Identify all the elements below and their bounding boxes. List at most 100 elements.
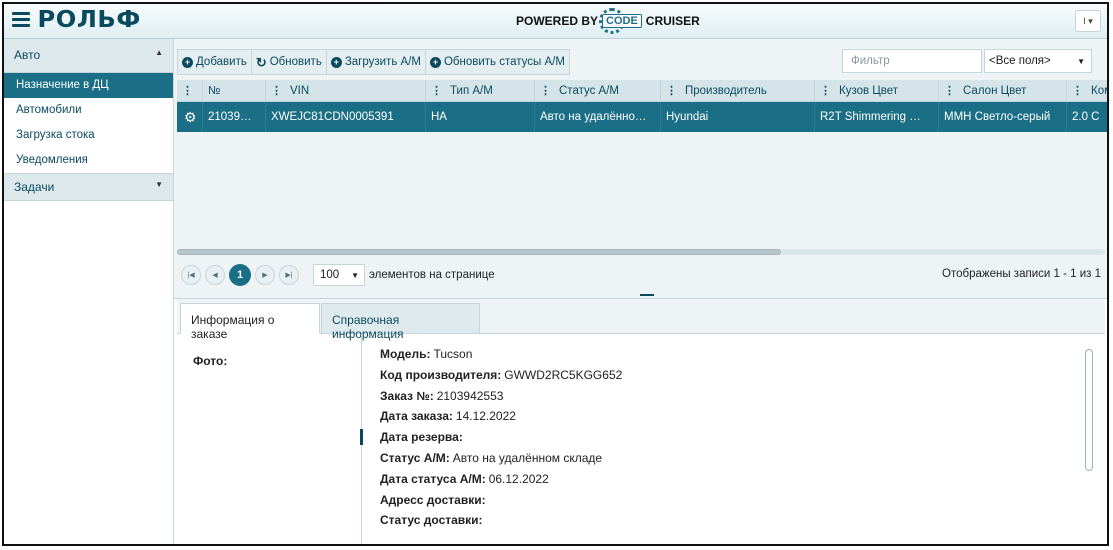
fields-select[interactable]: <Все поля> ▼ bbox=[984, 49, 1092, 73]
sidebar-section-auto[interactable]: Авто ▲ bbox=[4, 39, 173, 73]
table-cell: Авто на удалённо… bbox=[535, 102, 661, 132]
upload-button[interactable]: + Загрузить А/М bbox=[327, 50, 426, 74]
photo-label: Фото: bbox=[193, 354, 228, 368]
sidebar-section-label: Авто bbox=[14, 48, 41, 62]
sidebar-section-label: Задачи bbox=[14, 180, 55, 194]
info-row-car-status: Статус А/М: Авто на удалённом складе bbox=[380, 450, 603, 465]
fields-select-value: <Все поля> bbox=[989, 55, 1051, 67]
table-cell: 21039… bbox=[203, 102, 266, 132]
vertical-scrollbar[interactable] bbox=[1085, 349, 1093, 471]
grid-toolbar: + Добавить ↻ Обновить + Загрузить А/М + … bbox=[177, 49, 570, 75]
order-info-list: Модель: Tucson Код производителя: GWWD2RC5… bbox=[380, 347, 622, 534]
photo-column: Фото: bbox=[177, 334, 362, 544]
code-text: CODE bbox=[602, 14, 642, 28]
sidebar-section-tasks[interactable]: Задачи ▼ bbox=[4, 173, 173, 201]
column-menu-header[interactable]: ⋮ bbox=[177, 80, 203, 101]
detail-tabs: Информация о заказе Справочная информаци… bbox=[177, 299, 1105, 341]
column-menu-icon: ⋮ bbox=[820, 85, 831, 97]
horizontal-scrollbar[interactable] bbox=[177, 249, 1105, 255]
current-page-button[interactable]: 1 bbox=[229, 264, 251, 286]
caret-up-icon: ▲ bbox=[155, 48, 163, 57]
table-row[interactable]: ⚙ 21039… XWEJC81CDN0005391 НА Авто на уд… bbox=[177, 102, 1107, 132]
upload-button-label: Загрузить А/М bbox=[344, 56, 421, 68]
column-header-body-color[interactable]: ⋮ Кузов Цвет bbox=[815, 80, 939, 101]
column-header-type[interactable]: ⋮ Тип А/М bbox=[426, 80, 535, 101]
gear-icon[interactable]: ⚙ bbox=[184, 109, 197, 126]
info-row-order-date: Дата заказа: 14.12.2022 bbox=[380, 409, 516, 424]
top-bar: РОЛЬФ POWERED BY CODE CRUISER I ▾ bbox=[4, 4, 1107, 39]
column-header-status[interactable]: ⋮ Статус А/М bbox=[535, 80, 661, 101]
page-size-value: 100 bbox=[320, 269, 340, 281]
code-cruiser-logo: CODE bbox=[599, 8, 642, 34]
page-size-label: элементов на странице bbox=[369, 269, 495, 281]
table-cell: R2T Shimmering … bbox=[815, 102, 939, 132]
user-menu-dropdown[interactable]: I ▾ bbox=[1075, 10, 1101, 32]
column-menu-icon: ⋮ bbox=[540, 85, 551, 97]
table-cell: XWEJC81CDN0005391 bbox=[266, 102, 426, 132]
sidebar-item-stock-upload[interactable]: Загрузка стока bbox=[4, 123, 173, 148]
update-status-button-label: Обновить статусы А/М bbox=[443, 56, 565, 68]
chevron-down-icon: ▼ bbox=[1077, 57, 1085, 66]
tab-reference-info[interactable]: Справочная информация bbox=[321, 303, 480, 341]
table-cell: НА bbox=[426, 102, 535, 132]
sidebar-item-assignment[interactable]: Назначение в ДЦ bbox=[4, 73, 173, 98]
info-row-status-date: Дата статуса А/М: 06.12.2022 bbox=[380, 471, 549, 486]
add-button-label: Добавить bbox=[196, 56, 247, 68]
sidebar-item-cars[interactable]: Автомобили bbox=[4, 98, 173, 123]
hamburger-menu-icon[interactable] bbox=[12, 12, 30, 28]
column-menu-icon: ⋮ bbox=[431, 85, 442, 97]
table-cell: MMH Светло-серый bbox=[939, 102, 1067, 132]
info-row-reserve-date: Дата резерва: bbox=[380, 430, 463, 445]
info-row-delivery-address: Адресс доставки: bbox=[380, 492, 486, 507]
sidebar: Авто ▲ Назначение в ДЦ Автомобили Загруз… bbox=[4, 39, 174, 544]
app-window: РОЛЬФ POWERED BY CODE CRUISER I ▾ Авто ▲… bbox=[2, 2, 1109, 546]
filter-input[interactable]: Фильтр bbox=[842, 49, 982, 73]
plus-icon: + bbox=[182, 56, 193, 68]
column-menu-icon: ⋮ bbox=[271, 85, 282, 97]
info-row-maker-code: Код производителя: GWWD2RC5KGG652 bbox=[380, 367, 623, 382]
row-settings-cell[interactable]: ⚙ bbox=[177, 102, 203, 132]
collapse-handle[interactable] bbox=[360, 429, 363, 445]
page-size-select[interactable]: 100 ▼ bbox=[313, 264, 365, 286]
column-header-vin[interactable]: ⋮ VIN bbox=[266, 80, 426, 101]
powered-by-text: POWERED BY bbox=[516, 14, 599, 28]
plus-icon: + bbox=[429, 56, 441, 68]
column-header-interior-color[interactable]: ⋮ Салон Цвет bbox=[939, 80, 1067, 101]
plus-icon: + bbox=[330, 56, 342, 68]
splitter-grip-icon[interactable] bbox=[640, 294, 654, 296]
prev-page-icon[interactable]: ◀ bbox=[205, 265, 225, 285]
first-page-icon[interactable]: |◀ bbox=[181, 265, 201, 285]
info-row-order-number: Заказ №: 2103942553 bbox=[380, 388, 504, 403]
scrollbar-thumb[interactable] bbox=[177, 249, 781, 255]
records-info: Отображены записи 1 - 1 из 1 bbox=[942, 268, 1101, 280]
column-header-manufacturer[interactable]: ⋮ Производитель bbox=[661, 80, 815, 101]
detail-panel: Информация о заказе Справочная информаци… bbox=[174, 299, 1107, 544]
pager: |◀ ◀ 1 ▶ ▶| 100 ▼ элементов на странице … bbox=[177, 261, 1105, 289]
table-cell: Hyundai bbox=[661, 102, 815, 132]
rolf-logo: РОЛЬФ bbox=[37, 7, 141, 33]
refresh-button-label: Обновить bbox=[269, 56, 322, 68]
sidebar-item-notifications[interactable]: Уведомления bbox=[4, 148, 173, 173]
column-menu-icon: ⋮ bbox=[1072, 85, 1083, 97]
powered-by-banner: POWERED BY CODE CRUISER bbox=[516, 8, 700, 34]
info-row-model: Модель: Tucson bbox=[380, 347, 473, 361]
info-row-delivery-status: Статус доставки: bbox=[380, 513, 483, 528]
update-status-button[interactable]: + Обновить статусы А/М bbox=[426, 50, 569, 74]
grid-header: ⋮ № ⋮ VIN ⋮ Тип А/М ⋮ Статус А/М ⋮ Производи… bbox=[177, 80, 1107, 102]
caret-down-icon: ▼ bbox=[155, 180, 163, 189]
next-page-icon[interactable]: ▶ bbox=[255, 265, 275, 285]
chevron-down-icon: ▼ bbox=[351, 271, 359, 280]
column-header-config[interactable]: ⋮Ком bbox=[1067, 80, 1107, 101]
refresh-icon: ↻ bbox=[255, 54, 267, 70]
refresh-button[interactable]: ↻ Обновить bbox=[252, 50, 327, 74]
table-cell: 2.0 C bbox=[1072, 111, 1100, 123]
column-header-number[interactable]: № bbox=[203, 80, 266, 101]
column-menu-icon: ⋮ bbox=[666, 85, 677, 97]
last-page-icon[interactable]: ▶| bbox=[279, 265, 299, 285]
column-menu-icon: ⋮ bbox=[944, 85, 955, 97]
cruiser-text: CRUISER bbox=[645, 14, 700, 28]
column-menu-icon: ⋮ bbox=[182, 85, 193, 97]
add-button[interactable]: + Добавить bbox=[178, 50, 252, 74]
tab-order-info[interactable]: Информация о заказе bbox=[180, 303, 320, 341]
grid-panel: + Добавить ↻ Обновить + Загрузить А/М + … bbox=[174, 39, 1107, 294]
